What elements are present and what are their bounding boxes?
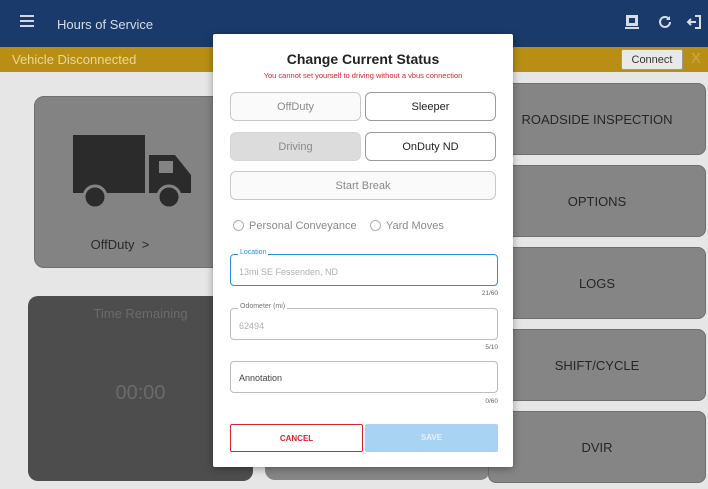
driving-button[interactable]: Driving xyxy=(230,132,361,161)
shift-cycle-button[interactable]: SHIFT/CYCLE xyxy=(488,329,706,401)
odometer-count: 5/10 xyxy=(485,344,498,351)
vbus-warning: You cannot set yourself to driving witho… xyxy=(263,71,463,80)
annotation-placeholder: Annotation xyxy=(239,373,283,383)
current-status-card[interactable]: OffDuty > xyxy=(34,96,224,268)
logout-icon[interactable] xyxy=(685,14,703,32)
options-button[interactable]: OPTIONS xyxy=(488,165,706,237)
offduty-button[interactable]: OffDuty xyxy=(230,92,361,121)
radio-unchecked-icon xyxy=(370,220,381,231)
change-status-dialog: Change Current Status You cannot set you… xyxy=(213,34,513,467)
cancel-button[interactable]: CANCEL xyxy=(230,424,363,452)
save-button[interactable]: SAVE xyxy=(365,424,498,452)
current-status-label: OffDuty > xyxy=(90,237,150,252)
yard-moves-radio[interactable]: Yard Moves xyxy=(370,220,444,232)
menu-icon[interactable] xyxy=(20,15,34,29)
truck-icon xyxy=(73,125,193,220)
odometer-value: 62494 xyxy=(239,321,265,331)
app-title: Hours of Service xyxy=(57,17,154,32)
location-count: 21/60 xyxy=(481,290,498,297)
location-value: 13mi SE Fessenden, ND xyxy=(239,267,339,277)
onduty-nd-button[interactable]: OnDuty ND xyxy=(365,132,496,161)
refresh-icon[interactable] xyxy=(656,14,674,32)
annotation-field[interactable]: Annotation xyxy=(230,361,498,393)
dvir-button[interactable]: DVIR xyxy=(488,411,706,483)
start-break-button[interactable]: Start Break xyxy=(230,171,496,200)
logs-button[interactable]: LOGS xyxy=(488,247,706,319)
dismiss-button[interactable]: X xyxy=(691,50,701,67)
report-icon[interactable] xyxy=(623,14,641,32)
roadside-inspection-button[interactable]: ROADSIDE INSPECTION xyxy=(488,83,706,155)
radio-unchecked-icon xyxy=(233,220,244,231)
odometer-label: Odometer (mi) xyxy=(238,303,288,310)
personal-conveyance-radio[interactable]: Personal Conveyance xyxy=(233,220,357,232)
odometer-field[interactable]: Odometer (mi) 62494 xyxy=(230,303,498,340)
annotation-count: 0/60 xyxy=(485,398,498,405)
location-field[interactable]: Location 13mi SE Fessenden, ND xyxy=(230,249,498,286)
location-label: Location xyxy=(238,249,269,256)
dialog-title: Change Current Status xyxy=(286,51,440,67)
connection-status-text: Vehicle Disconnected xyxy=(12,52,137,67)
connect-button[interactable]: Connect xyxy=(621,49,683,70)
sleeper-button[interactable]: Sleeper xyxy=(365,92,496,121)
chevron-right-icon: > xyxy=(141,237,150,252)
